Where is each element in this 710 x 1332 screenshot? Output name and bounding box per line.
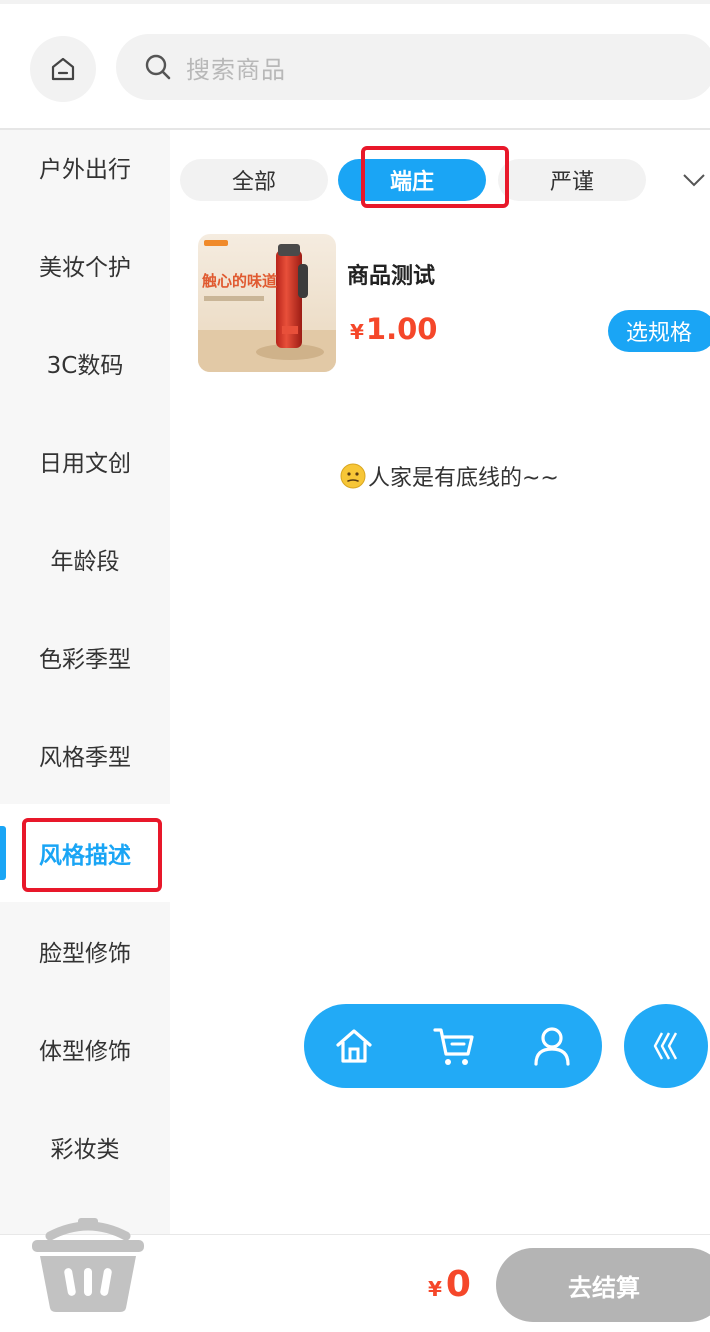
sidebar-item-makeup[interactable]: 彩妆类 bbox=[0, 1098, 170, 1196]
sidebar-item-beauty[interactable]: 美妆个护 bbox=[0, 216, 170, 314]
sidebar-item-label: 3C数码 bbox=[46, 353, 124, 379]
header-bar: 搜索商品 bbox=[0, 0, 710, 130]
sidebar-item-style-desc[interactable]: 风格描述 bbox=[0, 804, 170, 902]
cart-total: ¥0 bbox=[428, 1264, 471, 1305]
sidebar-item-label: 风格描述 bbox=[39, 843, 131, 869]
sidebar-item-face[interactable]: 脸型修饰 bbox=[0, 902, 170, 1000]
top-divider bbox=[0, 0, 710, 4]
sidebar-item-label: 风格季型 bbox=[39, 745, 131, 771]
shopping-basket-icon[interactable] bbox=[32, 1214, 144, 1314]
float-user-button[interactable] bbox=[530, 1024, 574, 1068]
category-sidebar: 户外出行 美妆个护 3C数码 日用文创 年龄段 色彩季型 风格季型 风格描述 脸… bbox=[0, 130, 170, 1234]
sidebar-item-label: 户外出行 bbox=[39, 157, 131, 183]
end-of-list-tip: 人家是有底线的~~ bbox=[340, 460, 559, 492]
tab-label: 严谨 bbox=[549, 170, 594, 195]
user-icon bbox=[534, 1027, 570, 1066]
confused-face-icon bbox=[340, 463, 366, 489]
search-input[interactable]: 搜索商品 bbox=[116, 34, 710, 100]
home-icon bbox=[336, 1029, 372, 1063]
checkout-button[interactable]: 去结算 bbox=[496, 1248, 710, 1322]
currency-symbol: ¥ bbox=[350, 320, 364, 344]
sidebar-item-3c[interactable]: 3C数码 bbox=[0, 314, 170, 412]
currency-symbol: ¥ bbox=[428, 1277, 442, 1301]
tab-dignified[interactable]: 端庄 bbox=[338, 159, 486, 201]
product-image-text: 触心的味道 bbox=[202, 272, 277, 290]
sidebar-item-label: 日用文创 bbox=[39, 451, 131, 477]
total-value: 0 bbox=[445, 1264, 471, 1305]
chevron-down-icon[interactable] bbox=[680, 168, 708, 192]
product-name[interactable]: 商品测试 bbox=[347, 258, 435, 290]
price-value: 1.00 bbox=[365, 312, 438, 346]
search-icon bbox=[145, 54, 171, 80]
sidebar-item-body[interactable]: 体型修饰 bbox=[0, 1000, 170, 1098]
float-cart-button[interactable] bbox=[432, 1024, 476, 1068]
product-image[interactable]: 触心的味道 bbox=[198, 234, 336, 372]
sidebar-item-label: 年龄段 bbox=[50, 549, 120, 575]
sidebar-item-daily[interactable]: 日用文创 bbox=[0, 412, 170, 510]
product-price: ¥1.00 bbox=[350, 312, 437, 346]
sidebar-item-age[interactable]: 年龄段 bbox=[0, 510, 170, 608]
select-spec-button[interactable]: 选规格 bbox=[608, 310, 710, 352]
float-nav-toggle-button[interactable] bbox=[624, 1004, 708, 1088]
search-placeholder: 搜索商品 bbox=[186, 55, 286, 84]
tab-label: 全部 bbox=[231, 170, 276, 195]
sidebar-item-outdoor[interactable]: 户外出行 bbox=[0, 118, 170, 216]
home-button[interactable] bbox=[30, 36, 96, 102]
tab-all[interactable]: 全部 bbox=[180, 159, 328, 201]
floating-nav bbox=[304, 1004, 602, 1088]
sidebar-item-label: 脸型修饰 bbox=[39, 941, 131, 967]
home-icon bbox=[51, 57, 75, 81]
cart-icon bbox=[433, 1028, 474, 1065]
tab-rigorous[interactable]: 严谨 bbox=[498, 159, 646, 201]
float-home-button[interactable] bbox=[332, 1024, 376, 1068]
sidebar-item-label: 彩妆类 bbox=[50, 1137, 120, 1163]
sidebar-item-label: 美妆个护 bbox=[39, 255, 131, 281]
thermos-product-image: 触心的味道 bbox=[198, 234, 336, 372]
sidebar-item-label: 色彩季型 bbox=[39, 647, 131, 673]
sidebar-item-label: 体型修饰 bbox=[39, 1039, 131, 1065]
sidebar-item-style-season[interactable]: 风格季型 bbox=[0, 706, 170, 804]
end-of-list-text: 人家是有底线的~~ bbox=[368, 466, 559, 491]
collapse-arrows-icon bbox=[653, 1032, 678, 1060]
sidebar-item-color-season[interactable]: 色彩季型 bbox=[0, 608, 170, 706]
tab-label: 端庄 bbox=[389, 170, 434, 195]
